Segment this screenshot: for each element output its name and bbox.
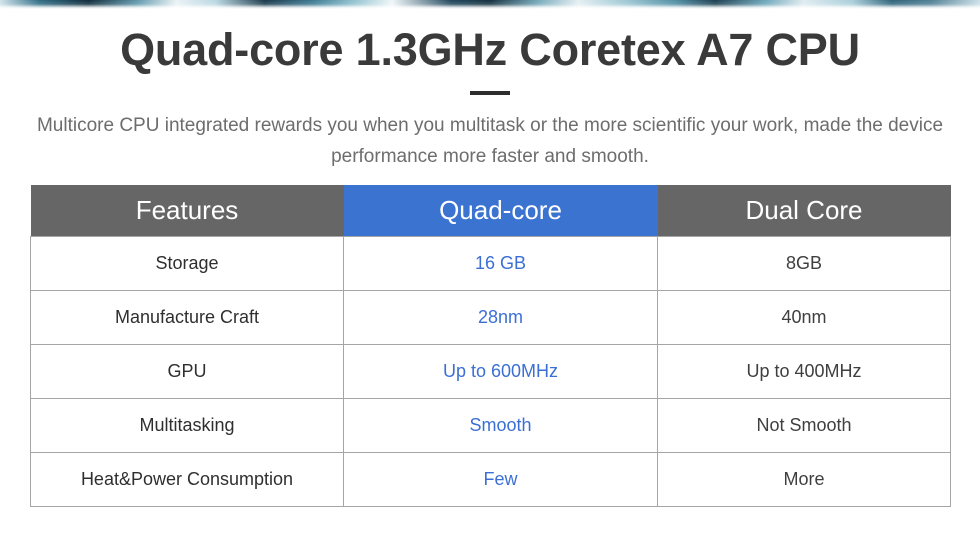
cell-feature-name: Storage <box>30 236 344 291</box>
column-header-quad-core: Quad-core <box>343 185 658 237</box>
table-row: Storage 16 GB 8GB <box>30 236 951 291</box>
cell-dual-core-value: Not Smooth <box>657 398 951 453</box>
table-header: Features Quad-core Dual Core <box>30 185 951 237</box>
spec-comparison-table: Features Quad-core Dual Core Storage 16 … <box>30 185 951 507</box>
cell-feature-name: Heat&Power Consumption <box>30 452 344 507</box>
page-subtitle: Multicore CPU integrated rewards you whe… <box>36 115 944 167</box>
cell-dual-core-value: Up to 400MHz <box>657 344 951 399</box>
image-strip-bleed <box>0 0 980 9</box>
cell-dual-core-value: 40nm <box>657 290 951 345</box>
cell-quad-core-value: 28nm <box>343 290 658 345</box>
table-row: Multitasking Smooth Not Smooth <box>30 398 951 453</box>
table-body: Storage 16 GB 8GB Manufacture Craft 28nm… <box>30 236 951 507</box>
cell-feature-name: Manufacture Craft <box>30 290 344 345</box>
table-row: GPU Up to 600MHz Up to 400MHz <box>30 344 951 399</box>
cell-quad-core-value: Smooth <box>343 398 658 453</box>
cell-quad-core-value: 16 GB <box>343 236 658 291</box>
title-divider <box>470 91 510 95</box>
column-header-features: Features <box>30 185 344 237</box>
cell-quad-core-value: Up to 600MHz <box>343 344 658 399</box>
table-row: Manufacture Craft 28nm 40nm <box>30 290 951 345</box>
cell-quad-core-value: Few <box>343 452 658 507</box>
column-header-dual-core: Dual Core <box>657 185 951 237</box>
page-title: Quad-core 1.3GHz Coretex A7 CPU <box>120 24 860 75</box>
table-header-row: Features Quad-core Dual Core <box>30 185 951 237</box>
cell-dual-core-value: 8GB <box>657 236 951 291</box>
cell-dual-core-value: More <box>657 452 951 507</box>
cell-feature-name: Multitasking <box>30 398 344 453</box>
table-row: Heat&Power Consumption Few More <box>30 452 951 507</box>
cell-feature-name: GPU <box>30 344 344 399</box>
